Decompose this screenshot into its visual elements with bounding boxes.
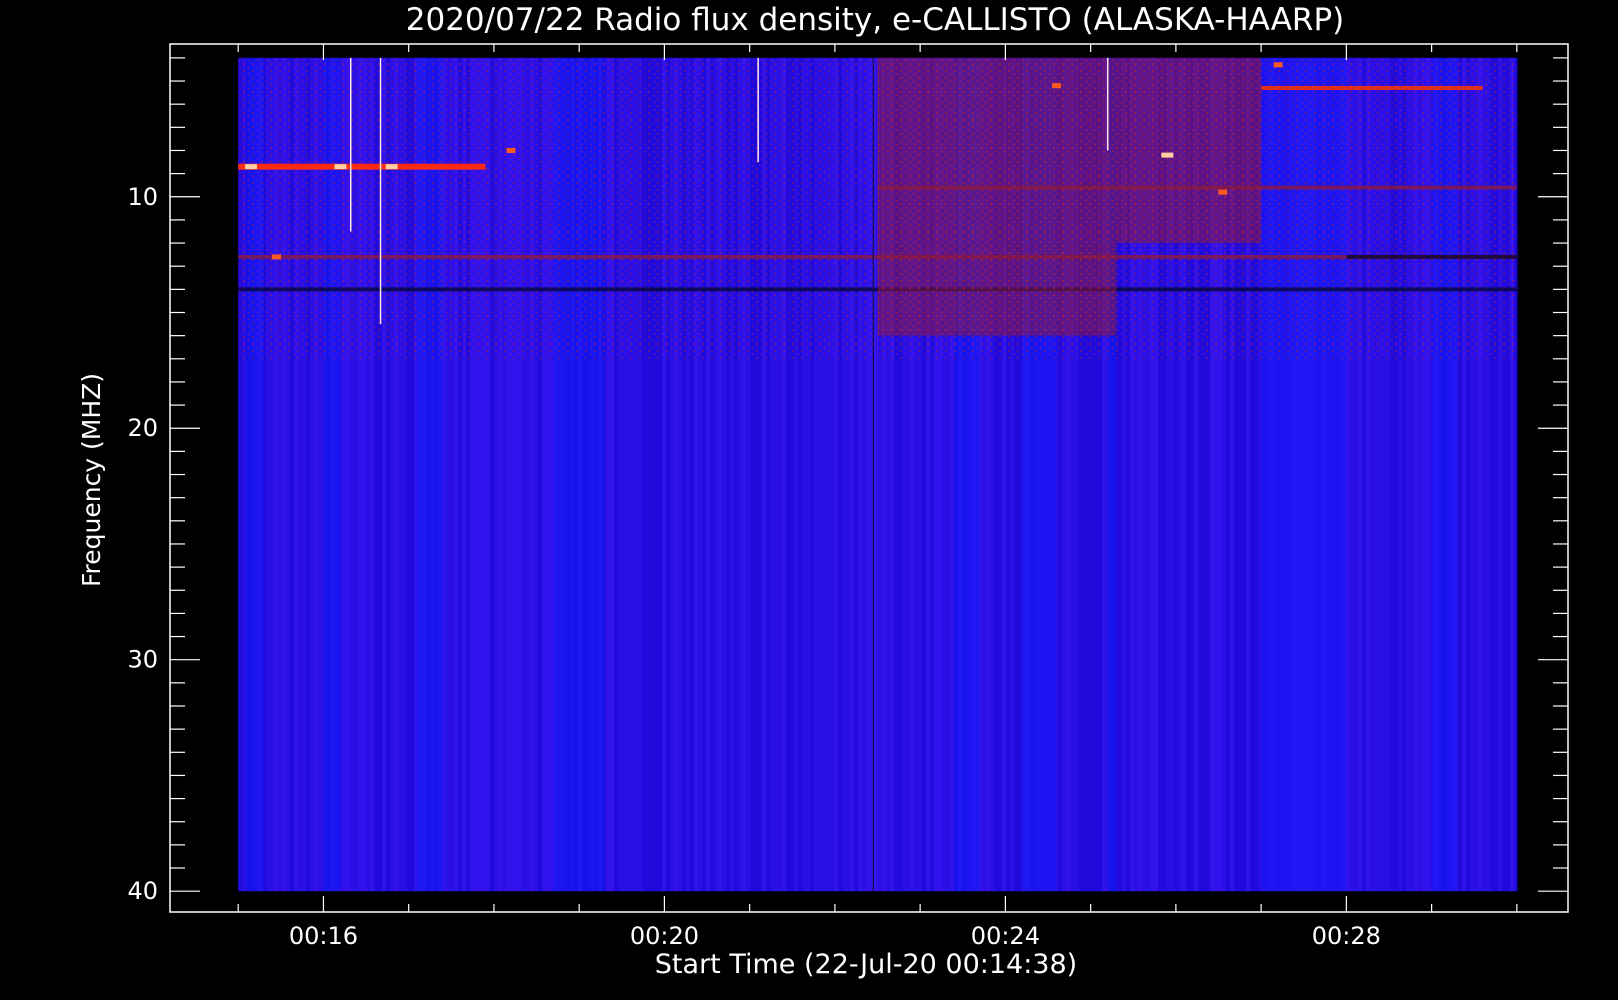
emission-spike — [1161, 152, 1174, 158]
emission-region-speckle — [1116, 57, 1262, 244]
spectrogram-figure: 2020/07/22 Radio flux density, e-CALLIST… — [77, 2, 1569, 980]
x-tick-label: 00:28 — [1312, 922, 1381, 950]
emission-spike — [506, 147, 516, 153]
emission-spike — [334, 164, 347, 170]
x-tick-label: 00:20 — [630, 922, 699, 950]
x-tick-label: 00:24 — [971, 922, 1040, 950]
emission-spike — [272, 254, 282, 260]
emission-region-speckle — [877, 57, 1117, 336]
absorption-band — [1346, 254, 1517, 259]
x-tick-label: 00:16 — [289, 922, 358, 950]
emission-band — [238, 163, 486, 170]
emission-spike — [244, 164, 257, 170]
y-tick-label: 40 — [127, 877, 158, 905]
emission-spike — [385, 164, 398, 170]
y-tick-label: 10 — [127, 183, 158, 211]
chart-title: 2020/07/22 Radio flux density, e-CALLIST… — [406, 2, 1344, 38]
y-tick-label: 20 — [127, 414, 158, 442]
y-tick-label: 30 — [127, 646, 158, 674]
spectrogram-heatmap — [238, 57, 1519, 892]
emission-spike — [1218, 189, 1228, 195]
emission-band — [1261, 85, 1483, 90]
emission-spike — [1052, 83, 1062, 89]
x-axis-label: Start Time (22-Jul-20 00:14:38) — [655, 949, 1077, 980]
y-axis-label: Frequency (MHZ) — [77, 373, 106, 587]
emission-spike — [1273, 62, 1283, 68]
